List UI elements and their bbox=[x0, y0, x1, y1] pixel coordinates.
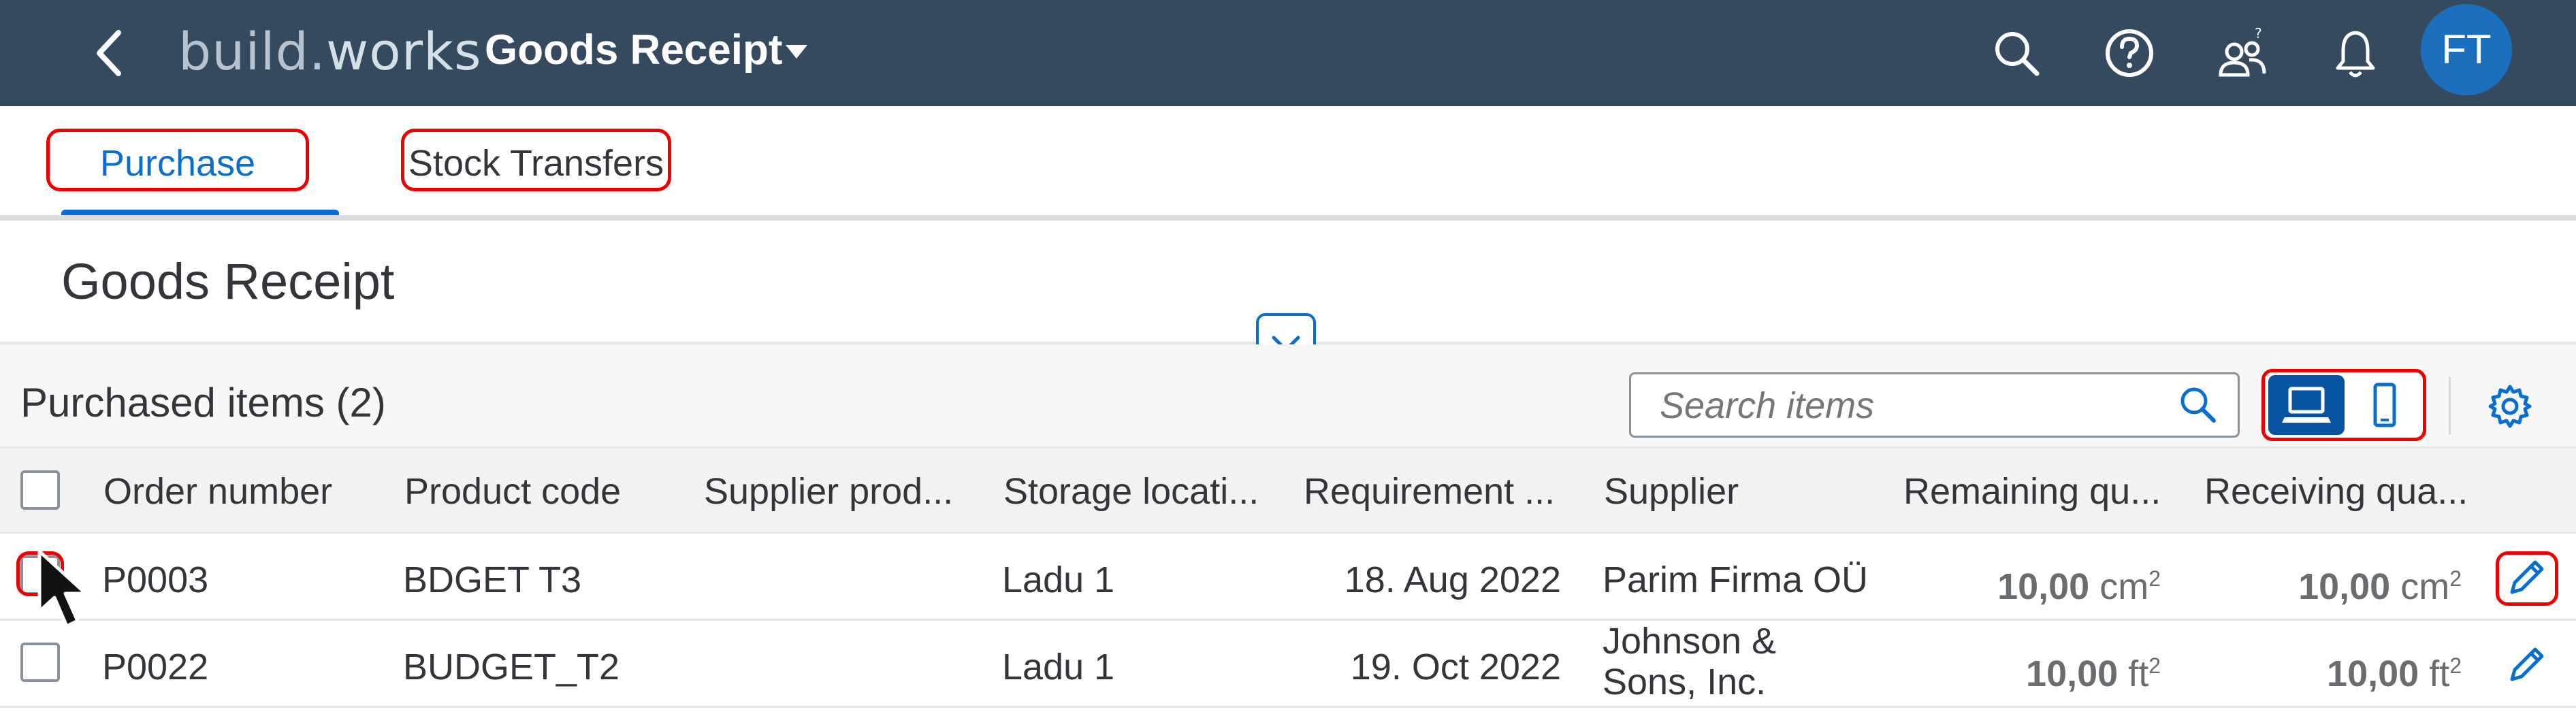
row-select-checkbox[interactable] bbox=[20, 643, 60, 682]
toolbar-separator bbox=[2449, 377, 2451, 434]
column-header-requirement[interactable]: Requirement ... bbox=[1304, 468, 1555, 515]
svg-text:?: ? bbox=[2255, 25, 2262, 42]
select-all-checkbox[interactable] bbox=[20, 470, 60, 510]
phone-icon bbox=[2373, 383, 2396, 427]
column-header-supplier[interactable]: Supplier bbox=[1604, 468, 1739, 515]
page-title: Goods Receipt bbox=[61, 253, 395, 310]
settings-gear-icon[interactable] bbox=[2486, 383, 2534, 430]
edit-pencil-icon[interactable] bbox=[2502, 641, 2550, 689]
brand-logo: build.works bbox=[178, 21, 482, 82]
column-header-receiving-quantity[interactable]: Receiving qua... bbox=[2204, 468, 2468, 515]
column-header-product-code[interactable]: Product code bbox=[404, 468, 621, 515]
search-icon[interactable] bbox=[2176, 383, 2221, 427]
table-toolbar: Purchased items (2) bbox=[0, 344, 2576, 447]
divider bbox=[0, 215, 2576, 221]
column-header-remaining-quantity[interactable]: Remaining qu... bbox=[1903, 468, 2161, 515]
back-icon[interactable] bbox=[90, 26, 128, 80]
product-code: BUDGET_T2 bbox=[403, 647, 620, 687]
icon-tab-bar: Purchase Orders Stock Transfers bbox=[0, 106, 2576, 246]
desktop-view-button[interactable] bbox=[2268, 375, 2345, 435]
table-header: Order number Product code Supplier prod.… bbox=[0, 447, 2576, 534]
column-header-order-number[interactable]: Order number bbox=[103, 468, 332, 515]
order-number: P0022 bbox=[102, 647, 209, 687]
search-icon[interactable] bbox=[1988, 25, 2045, 82]
view-mode-toggle[interactable] bbox=[2261, 369, 2426, 441]
table-row[interactable]: P0003 BDGET T3 Ladu 1 18. Aug 2022 Parim… bbox=[0, 534, 2576, 621]
user-avatar[interactable]: FT bbox=[2421, 4, 2512, 95]
help-icon[interactable] bbox=[2101, 25, 2158, 82]
mouse-cursor-icon bbox=[37, 549, 88, 628]
requirement-date: 18. Aug 2022 bbox=[1344, 559, 1561, 600]
order-number: P0003 bbox=[102, 559, 209, 600]
edit-pencil-icon[interactable] bbox=[2502, 554, 2550, 602]
tab-stock-transfers[interactable]: Stock Transfers bbox=[401, 129, 671, 191]
product-code: BDGET T3 bbox=[403, 559, 582, 600]
receiving-quantity: 10,00 cm2 bbox=[2298, 566, 2462, 607]
supplier-name: Parim Firma OÜ bbox=[1603, 559, 1868, 600]
caret-down-icon[interactable] bbox=[783, 41, 810, 61]
search-input[interactable] bbox=[1658, 374, 2165, 437]
column-header-storage-location[interactable]: Storage locati... bbox=[1003, 468, 1259, 515]
laptop-icon bbox=[2282, 387, 2331, 423]
notification-bell-icon[interactable] bbox=[2327, 25, 2384, 82]
search-field[interactable] bbox=[1629, 372, 2240, 438]
table-title: Purchased items (2) bbox=[20, 380, 386, 425]
mobile-view-button[interactable] bbox=[2347, 375, 2423, 435]
table-row[interactable]: P0022 BUDGET_T2 Ladu 1 19. Oct 2022 John… bbox=[0, 621, 2576, 708]
receiving-quantity: 10,00 ft2 bbox=[2327, 653, 2462, 694]
supplier-name: Johnson & Sons, Inc. bbox=[1603, 621, 1777, 702]
shell-bar: build.works Goods Receipt ? FT bbox=[0, 0, 2576, 106]
remaining-quantity: 10,00 ft2 bbox=[2026, 653, 2161, 694]
app-title-menu[interactable]: Goods Receipt bbox=[485, 25, 783, 76]
storage-location: Ladu 1 bbox=[1002, 559, 1115, 600]
people-icon[interactable]: ? bbox=[2214, 25, 2271, 82]
storage-location: Ladu 1 bbox=[1002, 647, 1115, 687]
column-header-supplier-product[interactable]: Supplier prod... bbox=[704, 468, 953, 515]
tab-purchase-orders[interactable]: Purchase Orders bbox=[46, 129, 309, 246]
requirement-date: 19. Oct 2022 bbox=[1350, 647, 1561, 687]
remaining-quantity: 10,00 cm2 bbox=[1997, 566, 2161, 607]
